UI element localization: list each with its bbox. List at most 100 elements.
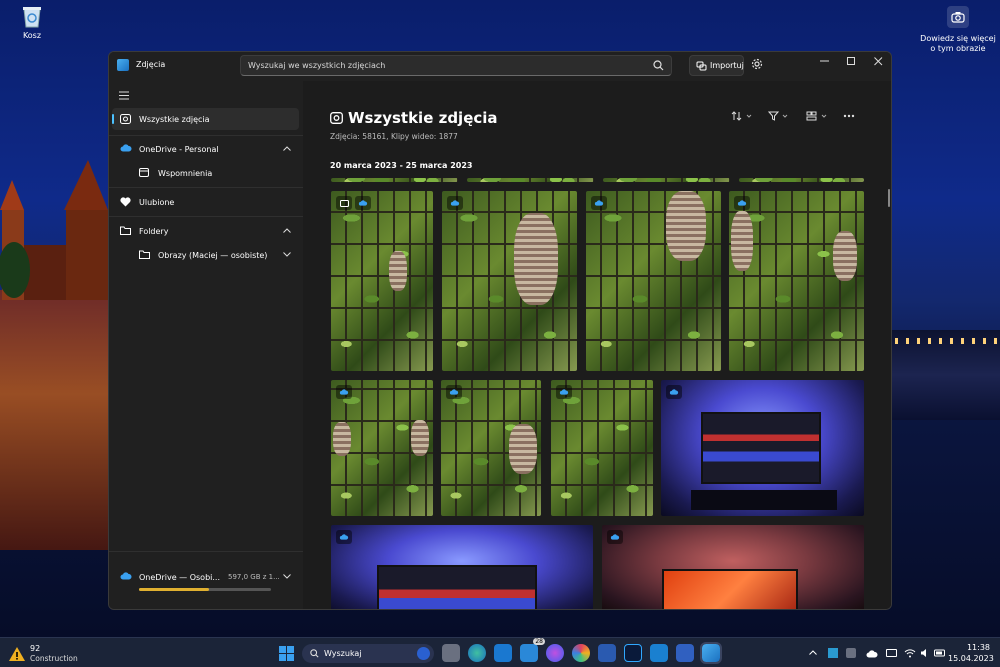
hamburger-menu-icon[interactable] xyxy=(119,91,130,100)
edge-icon[interactable] xyxy=(468,644,486,662)
photo-thumbnail[interactable] xyxy=(729,191,864,371)
photo-thumbnail[interactable] xyxy=(331,178,458,182)
cloud-icon xyxy=(339,534,349,540)
bird-feeder xyxy=(509,424,537,474)
search-icon xyxy=(310,649,319,658)
photo-thumbnail[interactable] xyxy=(331,525,593,609)
outlook-icon[interactable]: 28 xyxy=(520,638,545,662)
photo-thumbnail[interactable] xyxy=(739,178,864,182)
minimize-button[interactable] xyxy=(812,52,838,70)
outlook-app-icon[interactable] xyxy=(676,644,694,662)
photos-app-icon xyxy=(117,59,129,71)
cloud-icon xyxy=(559,389,569,395)
clock-time[interactable]: 11:38 xyxy=(960,643,990,652)
cloud-badge xyxy=(336,385,352,399)
photoshop-icon[interactable] xyxy=(624,644,642,662)
chevron-up-icon xyxy=(283,228,291,233)
filter-icon[interactable] xyxy=(768,111,790,121)
cloud-badge xyxy=(446,385,462,399)
wifi-icon[interactable] xyxy=(904,648,916,658)
sidebar-item-onedrive[interactable]: OneDrive - Personal xyxy=(112,138,299,160)
sidebar-item-memories[interactable]: Wspomnienia xyxy=(131,162,299,184)
sidebar-divider xyxy=(109,187,303,188)
import-icon xyxy=(696,61,707,71)
taskbar-search-box[interactable]: Wyszukaj xyxy=(302,644,434,663)
more-options-icon[interactable] xyxy=(843,114,855,118)
slack-icon[interactable] xyxy=(572,644,590,662)
cloud-icon[interactable] xyxy=(866,650,878,658)
close-button[interactable] xyxy=(865,52,891,70)
scrollbar-thumb[interactable] xyxy=(888,189,890,207)
bird-feeder xyxy=(514,213,558,305)
cloud-badge xyxy=(666,385,682,399)
photo-thumbnail[interactable] xyxy=(467,178,594,182)
view-layout-icon[interactable] xyxy=(806,111,830,121)
storage-size: 597,0 GB z 1... xyxy=(228,573,280,581)
sidebar-item-favorites[interactable]: Ulubione xyxy=(112,191,299,213)
recycle-bin-label: Kosz xyxy=(22,31,42,40)
photo-thumbnail[interactable] xyxy=(442,191,577,371)
battery-icon[interactable] xyxy=(934,648,946,658)
chevron-up-icon xyxy=(283,146,291,151)
import-label: Importuj xyxy=(710,61,744,70)
sidebar-item-folders[interactable]: Foldery xyxy=(112,220,299,242)
photo-thumbnail[interactable] xyxy=(441,380,541,516)
sort-icon[interactable] xyxy=(731,111,753,121)
tv-stand xyxy=(691,490,837,510)
photo-thumbnail[interactable] xyxy=(331,380,433,516)
recycle-bin-shortcut[interactable]: Kosz xyxy=(14,4,50,40)
minimize-icon xyxy=(820,60,829,62)
sidebar-item-label: Wszystkie zdjęcia xyxy=(139,114,210,124)
photo-thumbnail[interactable] xyxy=(551,380,653,516)
tray-app-icon[interactable] xyxy=(828,648,838,658)
sidebar-item-all-photos[interactable]: Wszystkie zdjęcia xyxy=(112,108,299,130)
keyboard-icon[interactable] xyxy=(886,649,897,657)
search-input[interactable]: Wyszukaj we wszystkich zdjęciach xyxy=(240,55,672,76)
learn-more-shortcut[interactable]: Dowiedz się więcej o tym obrazie xyxy=(920,6,996,53)
sidebar-item-label: Ulubione xyxy=(139,197,175,207)
photo-thumbnail[interactable] xyxy=(602,525,864,609)
photos-taskbar-icon[interactable] xyxy=(700,642,722,664)
start-button-icon[interactable] xyxy=(279,646,294,661)
construction-warning-icon xyxy=(9,647,25,661)
search-placeholder: Wyszukaj we wszystkich zdjęciach xyxy=(248,61,386,70)
bird-feeder xyxy=(731,211,753,271)
cloud-badge xyxy=(336,530,352,544)
cloud-badge xyxy=(607,530,623,544)
mail-icon[interactable] xyxy=(494,644,512,662)
onedrive-storage-item[interactable]: OneDrive — Osobi... 597,0 GB z 1... xyxy=(112,566,299,588)
title-bar: Zdjęcia Wyszukaj we wszystkich zdjęciach… xyxy=(109,52,891,81)
weather-widget[interactable]: 92 Construction xyxy=(8,644,98,664)
gear-icon[interactable] xyxy=(751,58,763,70)
sidebar-item-label: Foldery xyxy=(139,226,169,236)
import-button[interactable]: Importuj xyxy=(689,55,744,76)
page-title: Wszystkie zdjęcia xyxy=(348,109,498,127)
tv-screen xyxy=(377,565,537,609)
clock-date[interactable]: 15.04.2023 xyxy=(948,654,994,663)
sidebar-item-pictures-folder[interactable]: Obrazy (Maciej — osobiste) xyxy=(131,244,299,266)
photo-thumbnail[interactable] xyxy=(661,380,864,516)
main-content: Wszystkie zdjęcia Zdjęcia: 58161, Klipy … xyxy=(303,81,891,609)
tray-app-icon[interactable] xyxy=(846,648,856,658)
bird-feeder xyxy=(333,422,351,456)
maximize-button[interactable] xyxy=(838,52,864,70)
chevron-down-icon xyxy=(283,574,291,579)
cloud-icon xyxy=(737,200,747,206)
cloud-badge xyxy=(556,385,572,399)
cloud-icon xyxy=(339,389,349,395)
chevron-up-icon[interactable] xyxy=(809,650,817,655)
cloud-icon xyxy=(120,572,132,580)
volume-icon[interactable] xyxy=(920,648,930,658)
messenger-icon[interactable] xyxy=(546,644,564,662)
photo-thumbnail[interactable] xyxy=(603,178,730,182)
photo-thumbnail[interactable] xyxy=(586,191,721,371)
word-icon[interactable] xyxy=(598,644,616,662)
tv-screen xyxy=(662,569,798,609)
task-view-icon[interactable] xyxy=(442,644,460,662)
cloud-icon xyxy=(669,389,679,395)
trello-icon[interactable] xyxy=(650,644,668,662)
wallpaper-reflection xyxy=(0,290,110,550)
photos-icon xyxy=(120,114,131,124)
learn-more-label-2: o tym obrazie xyxy=(930,44,986,53)
photo-thumbnail[interactable] xyxy=(331,191,433,371)
